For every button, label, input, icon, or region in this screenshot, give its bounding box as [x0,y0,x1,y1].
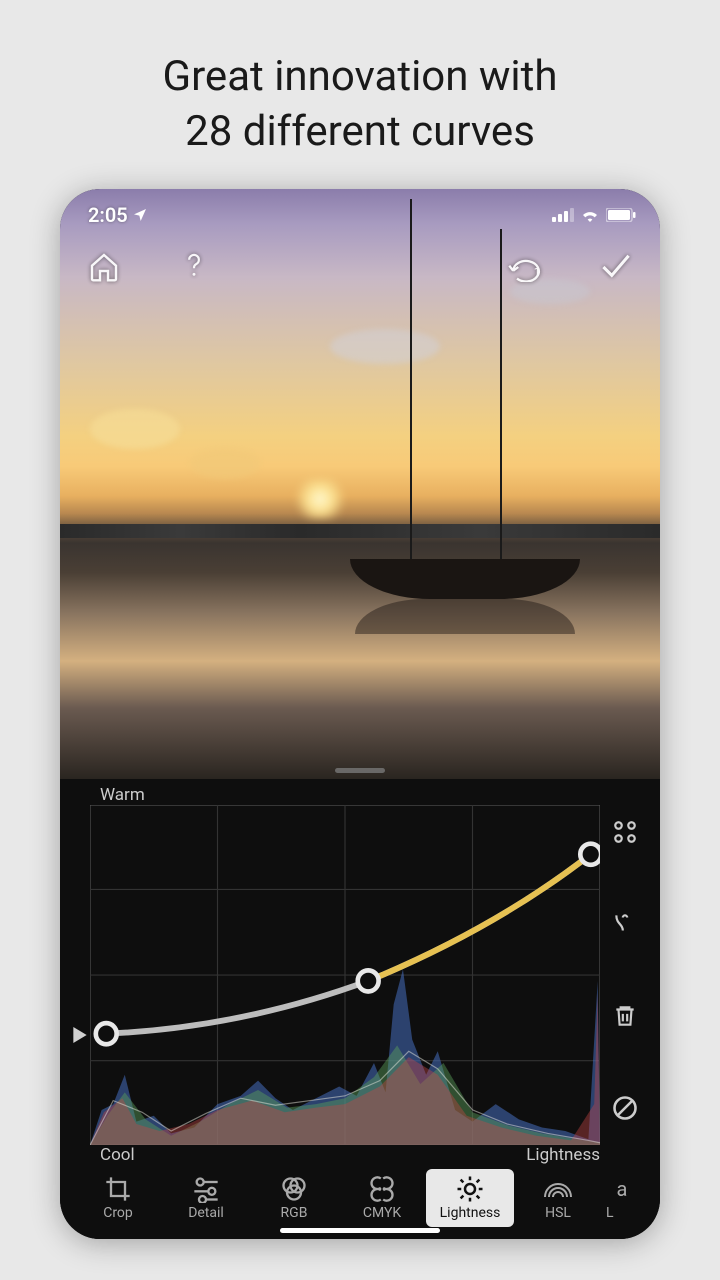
confirm-button[interactable] [598,249,634,285]
tab-label: Detail [188,1205,224,1221]
curve-axis-bottom-left-label: Cool [100,1145,135,1165]
hsl-icon [543,1177,573,1201]
rgb-icon [280,1175,308,1203]
undo-icon: 1 [508,252,544,282]
tab-label: CMYK [363,1205,401,1221]
curve-editor: Warm [60,779,660,1239]
tab-hsl[interactable]: HSL [514,1169,602,1227]
trash-icon [612,1003,638,1029]
tab-rgb[interactable]: RGB [250,1169,338,1227]
curve-points-button[interactable] [608,815,642,849]
reset-icon [611,1094,639,1122]
tab-label: L [606,1205,614,1221]
tab-next-partial[interactable]: a L [602,1169,632,1227]
tab-lightness[interactable]: Lightness [426,1169,514,1227]
home-icon [88,251,120,283]
signal-icon [552,208,574,222]
drag-handle[interactable] [335,768,385,773]
location-icon [132,207,148,223]
grid-dots-icon [612,819,638,845]
curve-draw-button[interactable] [608,907,642,941]
status-bar: 2:05 [60,189,660,227]
promo-line-2: 28 different curves [20,105,700,160]
tab-label: Lightness [440,1205,501,1221]
wifi-icon [580,208,600,222]
tab-label: HSL [545,1205,571,1221]
brightness-icon [455,1174,485,1204]
promo-headline: Great innovation with 28 different curve… [0,0,720,189]
home-button[interactable] [86,249,122,285]
tab-crop[interactable]: Crop [74,1169,162,1227]
promo-line-1: Great innovation with [20,50,700,105]
crop-icon [104,1175,132,1203]
undo-button[interactable]: 1 [508,249,544,285]
help-icon [179,250,209,284]
check-icon [599,253,633,281]
curve-axis-bottom-right-label: Lightness [526,1145,600,1165]
battery-icon [606,208,636,222]
curve-axis-top-label: Warm [100,785,650,805]
curve-grid[interactable] [90,805,600,1145]
cmyk-icon [368,1175,396,1203]
curve-side-tools [600,805,650,1145]
svg-text:1: 1 [534,265,541,279]
curve-delete-button[interactable] [608,999,642,1033]
text-icon: a [606,1175,632,1203]
tab-label: RGB [281,1205,308,1221]
help-button[interactable] [176,249,212,285]
detail-icon [192,1175,220,1203]
play-indicator-icon [73,1027,87,1043]
tab-cmyk[interactable]: CMYK [338,1169,426,1227]
top-toolbar: 1 [60,249,660,285]
tab-label: Crop [103,1205,133,1221]
freehand-icon [612,911,638,937]
status-time: 2:05 [88,203,128,227]
curve-reset-button[interactable] [608,1091,642,1125]
phone-frame: 2:05 1 [60,189,660,1239]
home-indicator[interactable] [280,1228,440,1233]
photo-preview[interactable]: 2:05 1 [60,189,660,779]
tab-detail[interactable]: Detail [162,1169,250,1227]
